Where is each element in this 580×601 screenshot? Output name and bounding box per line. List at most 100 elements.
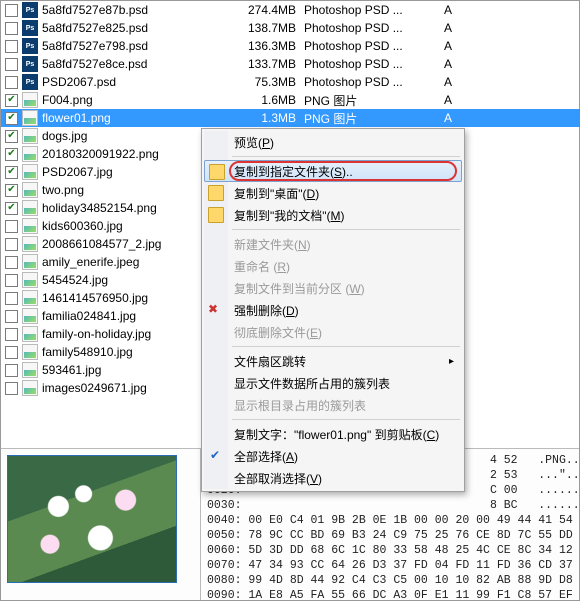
- png-file-icon: [22, 110, 38, 126]
- jpg-file-icon: [22, 326, 38, 342]
- checkbox[interactable]: [5, 382, 18, 395]
- jpg-file-icon: [22, 362, 38, 378]
- checkbox[interactable]: [5, 184, 18, 197]
- menu-preview[interactable]: 预览(P): [204, 131, 462, 153]
- jpg-file-icon: [22, 308, 38, 324]
- checkbox[interactable]: [5, 22, 18, 35]
- checkbox[interactable]: [5, 166, 18, 179]
- file-size: 274.4MB: [232, 3, 304, 17]
- file-name: 5a8fd7527e825.psd: [42, 21, 232, 35]
- file-name: F004.png: [42, 93, 232, 107]
- png-file-icon: [22, 200, 38, 216]
- checkbox[interactable]: [5, 238, 18, 251]
- file-attr: A: [444, 57, 474, 71]
- jpg-file-icon: [22, 254, 38, 270]
- checkbox[interactable]: [5, 364, 18, 377]
- checkbox[interactable]: [5, 130, 18, 143]
- file-row[interactable]: Ps 5a8fd7527e87b.psd274.4MBPhotoshop PSD …: [1, 1, 580, 19]
- file-attr: A: [444, 75, 474, 89]
- file-row[interactable]: Ps 5a8fd7527e798.psd136.3MBPhotoshop PSD …: [1, 37, 580, 55]
- jpg-file-icon: [22, 128, 38, 144]
- file-row[interactable]: Ps PSD2067.psd75.3MBPhotoshop PSD ...A: [1, 73, 580, 91]
- png-file-icon: [22, 182, 38, 198]
- file-row[interactable]: F004.png1.6MBPNG 图片A: [1, 91, 580, 109]
- menu-copy-docs[interactable]: 复制到"我的文档"(M): [204, 204, 462, 226]
- file-size: 1.6MB: [232, 93, 304, 107]
- folder-icon: [208, 207, 224, 223]
- jpg-file-icon: [22, 218, 38, 234]
- folder-icon: [208, 185, 224, 201]
- file-attr: A: [444, 111, 474, 125]
- menu-show-clusters[interactable]: 显示文件数据所占用的簇列表: [204, 372, 462, 394]
- psd-file-icon: Ps: [22, 56, 38, 72]
- jpg-file-icon: [22, 272, 38, 288]
- checkbox[interactable]: [5, 76, 18, 89]
- context-menu: 预览(P) 复制到指定文件夹(S).. 复制到"桌面"(D) 复制到"我的文档"…: [201, 128, 465, 492]
- delete-icon: ✖: [208, 302, 224, 318]
- file-name: 5a8fd7527e8ce.psd: [42, 57, 232, 71]
- file-type: PNG 图片: [304, 92, 444, 109]
- jpg-file-icon: [22, 164, 38, 180]
- file-row[interactable]: Ps 5a8fd7527e825.psd138.7MBPhotoshop PSD …: [1, 19, 580, 37]
- file-type: Photoshop PSD ...: [304, 75, 444, 89]
- menu-new-folder[interactable]: 新建文件夹(N): [204, 233, 462, 255]
- menu-rename[interactable]: 重命名 (R): [204, 255, 462, 277]
- file-attr: A: [444, 93, 474, 107]
- file-attr: A: [444, 21, 474, 35]
- png-file-icon: [22, 146, 38, 162]
- menu-force-delete[interactable]: ✖ 强制删除(D): [204, 299, 462, 321]
- checkbox[interactable]: [5, 148, 18, 161]
- file-type: Photoshop PSD ...: [304, 21, 444, 35]
- file-name: 5a8fd7527e798.psd: [42, 39, 232, 53]
- checkbox[interactable]: [5, 112, 18, 125]
- menu-copy-partition[interactable]: 复制文件到当前分区 (W): [204, 277, 462, 299]
- menu-select-all[interactable]: 全部选择(A): [204, 445, 462, 467]
- jpg-file-icon: [22, 290, 38, 306]
- checkbox[interactable]: [5, 328, 18, 341]
- thumbnail-image: [7, 455, 177, 583]
- file-type: Photoshop PSD ...: [304, 3, 444, 17]
- folder-icon: [209, 164, 225, 180]
- file-size: 1.3MB: [232, 111, 304, 125]
- menu-copy-text[interactable]: 复制文字："flower01.png" 到剪贴板(C): [204, 423, 462, 445]
- menu-thorough-delete[interactable]: 彻底删除文件(E): [204, 321, 462, 343]
- file-name: flower01.png: [42, 111, 232, 125]
- file-type: Photoshop PSD ...: [304, 39, 444, 53]
- checkbox[interactable]: [5, 346, 18, 359]
- jpg-file-icon: [22, 344, 38, 360]
- checkbox[interactable]: [5, 292, 18, 305]
- file-attr: A: [444, 39, 474, 53]
- checkbox[interactable]: [5, 220, 18, 233]
- check-icon: [208, 448, 224, 464]
- psd-file-icon: Ps: [22, 2, 38, 18]
- thumbnail-pane: [1, 449, 201, 600]
- file-size: 138.7MB: [232, 21, 304, 35]
- psd-file-icon: Ps: [22, 20, 38, 36]
- menu-show-root-clusters[interactable]: 显示根目录占用的簇列表: [204, 394, 462, 416]
- file-type: PNG 图片: [304, 110, 444, 127]
- file-row[interactable]: flower01.png1.3MBPNG 图片A: [1, 109, 580, 127]
- checkbox[interactable]: [5, 310, 18, 323]
- checkbox[interactable]: [5, 274, 18, 287]
- menu-copy-to-folder[interactable]: 复制到指定文件夹(S)..: [204, 160, 462, 182]
- psd-file-icon: Ps: [22, 74, 38, 90]
- checkbox[interactable]: [5, 94, 18, 107]
- checkbox[interactable]: [5, 58, 18, 71]
- file-type: Photoshop PSD ...: [304, 57, 444, 71]
- checkbox[interactable]: [5, 256, 18, 269]
- jpg-file-icon: [22, 236, 38, 252]
- file-name: 5a8fd7527e87b.psd: [42, 3, 232, 17]
- file-row[interactable]: Ps5a8fd7527e8ce.psd133.7MBPhotoshop PSD …: [1, 55, 580, 73]
- psd-file-icon: Ps: [22, 38, 38, 54]
- file-name: PSD2067.psd: [42, 75, 232, 89]
- checkbox[interactable]: [5, 4, 18, 17]
- menu-deselect-all[interactable]: 全部取消选择(V): [204, 467, 462, 489]
- menu-cluster-jump[interactable]: 文件扇区跳转▸: [204, 350, 462, 372]
- checkbox[interactable]: [5, 40, 18, 53]
- file-size: 136.3MB: [232, 39, 304, 53]
- checkbox[interactable]: [5, 202, 18, 215]
- menu-copy-desktop[interactable]: 复制到"桌面"(D): [204, 182, 462, 204]
- jpg-file-icon: [22, 380, 38, 396]
- png-file-icon: [22, 92, 38, 108]
- file-size: 75.3MB: [232, 75, 304, 89]
